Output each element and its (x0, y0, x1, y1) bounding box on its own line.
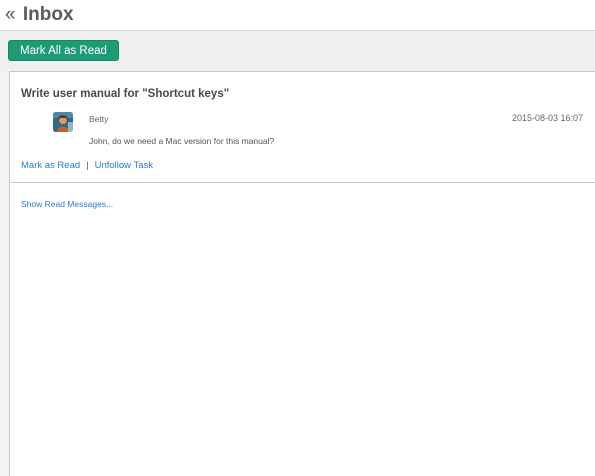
page-title: Inbox (22, 4, 74, 25)
message-body: John, do we need a Mac version for this … (89, 136, 275, 146)
action-separator: | (86, 160, 89, 171)
inbox-page: « Inbox Mark All as Read Write user manu… (0, 0, 595, 476)
show-read-messages-link[interactable]: Show Read Messages... (21, 199, 113, 209)
messages-panel: Write user manual for "Shortcut keys" Be… (9, 71, 595, 476)
page-header: « Inbox (0, 0, 595, 31)
message-actions: Mark as Read | Unfollow Task (21, 160, 153, 171)
divider (10, 182, 595, 183)
toolbar: Mark All as Read (0, 31, 595, 71)
back-to-inbox-link[interactable]: « Inbox (5, 4, 74, 26)
double-chevron-left-icon: « (5, 4, 16, 25)
user-avatar-icon (53, 112, 73, 132)
unfollow-task-link[interactable]: Unfollow Task (95, 160, 153, 171)
mark-all-as-read-button[interactable]: Mark All as Read (8, 40, 119, 61)
user-avatar[interactable] (53, 112, 73, 132)
task-title[interactable]: Write user manual for "Shortcut keys" (21, 88, 229, 100)
message-timestamp: 2015-08-03 16:07 (511, 113, 583, 123)
mark-as-read-link[interactable]: Mark as Read (21, 160, 80, 171)
message-author: Betty (89, 114, 109, 124)
